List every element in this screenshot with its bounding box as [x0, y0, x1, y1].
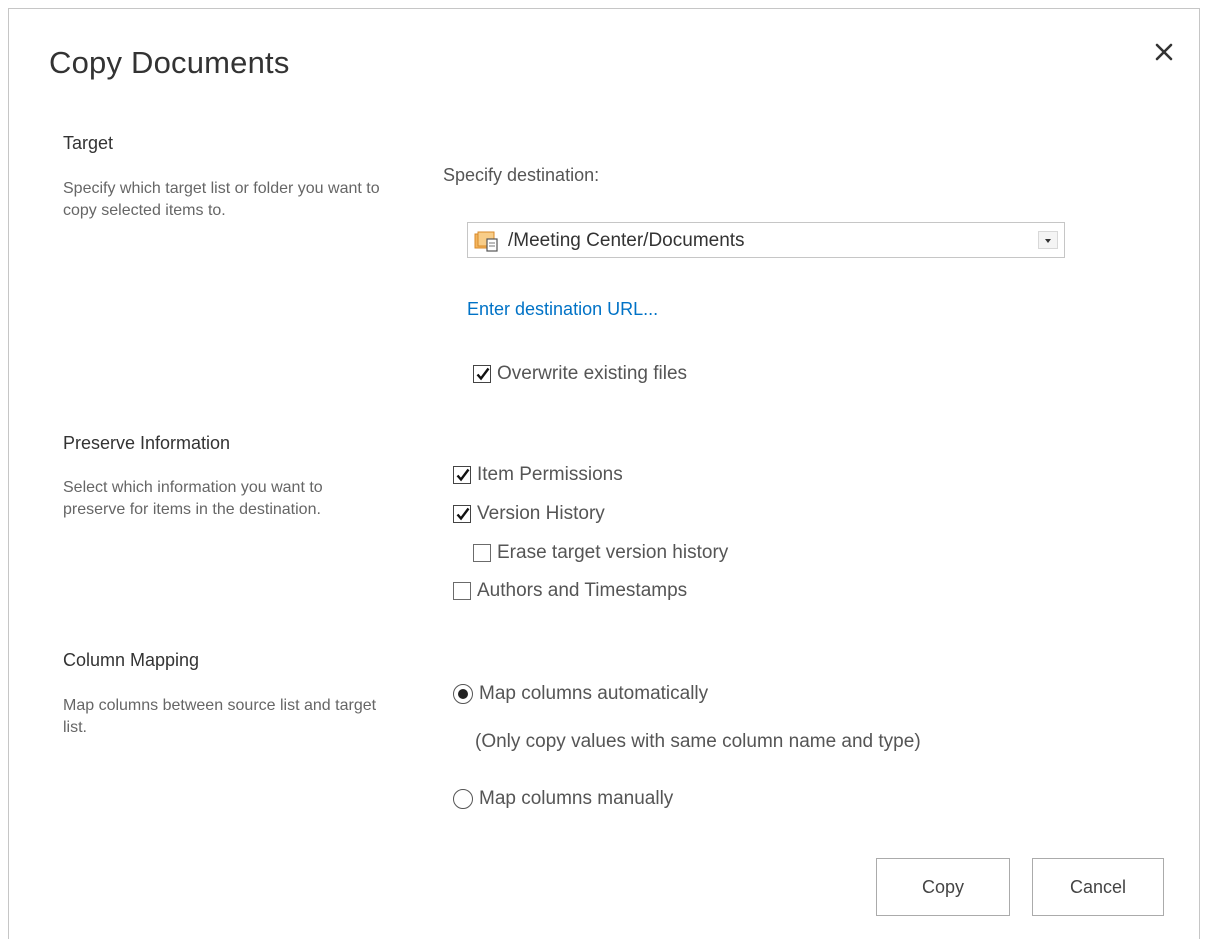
- version-history-checkbox[interactable]: [453, 505, 471, 523]
- erase-target-version-history-option[interactable]: Erase target version history: [473, 541, 728, 565]
- overwrite-label: Overwrite existing files: [497, 363, 688, 384]
- map-columns-automatically-option[interactable]: Map columns automatically: [453, 682, 708, 706]
- map-columns-automatically-label: Map columns automatically: [479, 683, 709, 704]
- map-columns-automatically-radio[interactable]: [453, 684, 473, 704]
- cancel-button[interactable]: Cancel: [1032, 858, 1164, 916]
- overwrite-existing-files-option[interactable]: Overwrite existing files: [473, 362, 687, 386]
- checkmark-icon: [456, 468, 470, 482]
- item-permissions-label: Item Permissions: [477, 464, 623, 485]
- preserve-description: Select which information you want to pre…: [63, 479, 323, 518]
- erase-target-version-history-checkbox[interactable]: [473, 544, 491, 562]
- map-columns-note: (Only copy values with same column name …: [475, 731, 921, 752]
- erase-target-version-history-label: Erase target version history: [497, 542, 729, 563]
- destination-label: Specify destination:: [443, 165, 600, 185]
- version-history-label: Version History: [477, 503, 605, 524]
- version-history-option[interactable]: Version History: [453, 502, 605, 526]
- mapping-heading: Column Mapping: [63, 650, 200, 670]
- map-columns-manually-option[interactable]: Map columns manually: [453, 787, 673, 811]
- authors-and-timestamps-label: Authors and Timestamps: [477, 580, 688, 601]
- destination-value: /Meeting Center/Documents: [508, 230, 745, 251]
- close-icon: [1155, 43, 1173, 61]
- item-permissions-option[interactable]: Item Permissions: [453, 463, 623, 487]
- checkmark-icon: [476, 367, 490, 381]
- dialog-title: Copy Documents: [49, 45, 290, 80]
- map-columns-manually-radio[interactable]: [453, 789, 473, 809]
- overwrite-checkbox[interactable]: [473, 365, 491, 383]
- target-description: Specify which target list or folder you …: [63, 180, 380, 219]
- preserve-heading: Preserve Information: [63, 433, 231, 453]
- copy-button[interactable]: Copy: [876, 858, 1010, 916]
- mapping-description: Map columns between source list and targ…: [63, 697, 377, 736]
- folder-icon: [474, 231, 498, 252]
- enter-destination-url-link[interactable]: Enter destination URL...: [467, 299, 658, 320]
- authors-and-timestamps-option[interactable]: Authors and Timestamps: [453, 579, 687, 603]
- authors-and-timestamps-checkbox[interactable]: [453, 582, 471, 600]
- destination-dropdown[interactable]: /Meeting Center/Documents: [467, 222, 1065, 258]
- target-heading: Target: [63, 133, 114, 153]
- checkmark-icon: [456, 507, 470, 521]
- close-button[interactable]: [1149, 37, 1179, 67]
- item-permissions-checkbox[interactable]: [453, 466, 471, 484]
- copy-documents-dialog: Copy Documents Target Specify which targ…: [8, 8, 1200, 939]
- map-columns-manually-label: Map columns manually: [479, 788, 674, 809]
- chevron-down-icon[interactable]: [1038, 231, 1058, 249]
